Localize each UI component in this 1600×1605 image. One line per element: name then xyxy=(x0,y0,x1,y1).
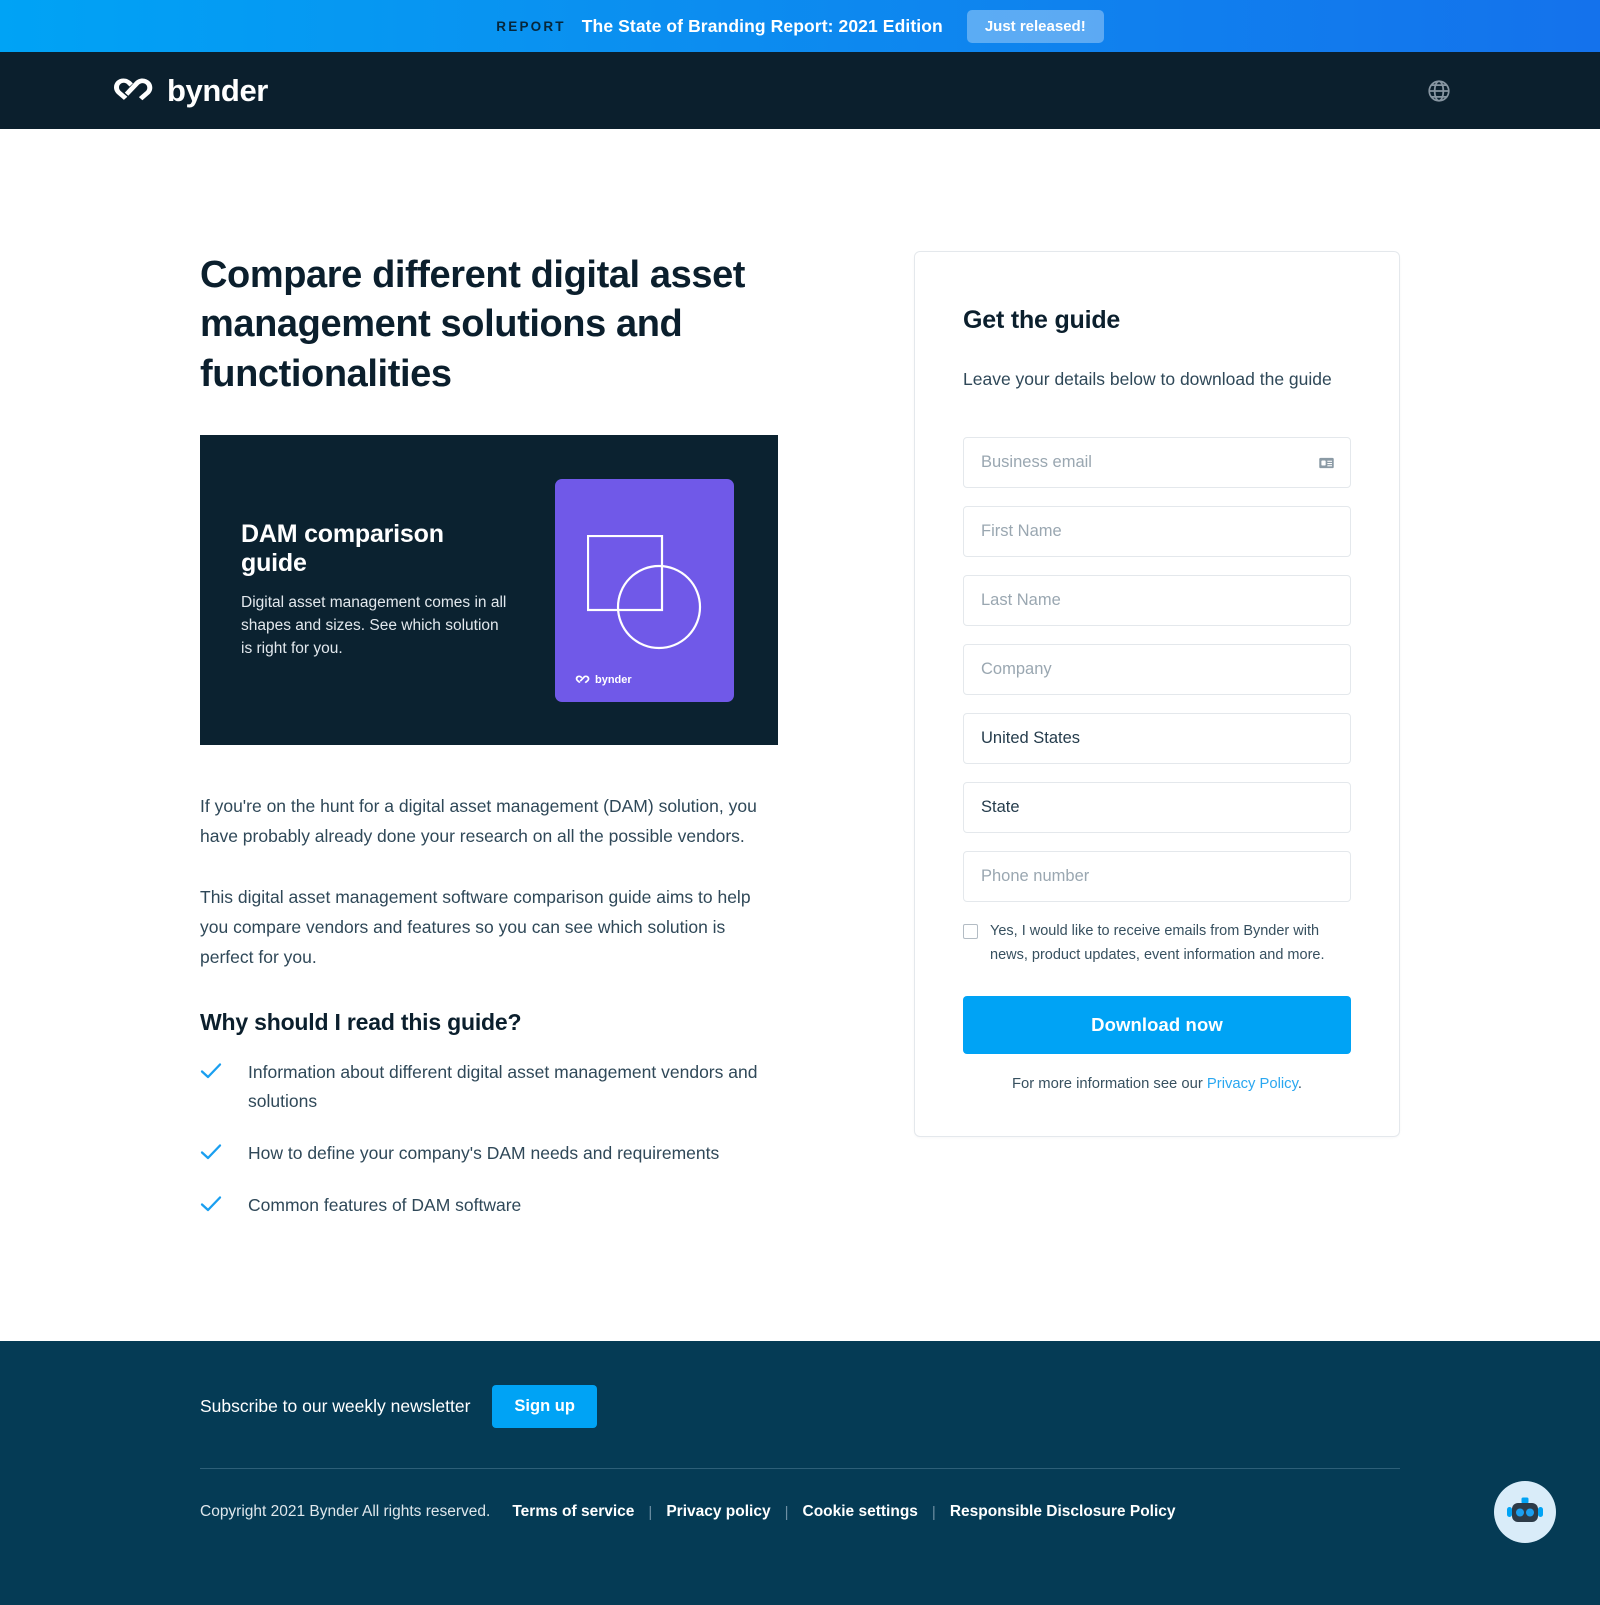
privacy-suffix: . xyxy=(1297,1075,1303,1092)
privacy-policy-link[interactable]: Privacy Policy xyxy=(1207,1076,1298,1092)
sign-up-button[interactable]: Sign up xyxy=(492,1385,597,1428)
guide-booklet-graphic: bynder xyxy=(555,479,734,703)
footer-link-privacy[interactable]: Privacy policy xyxy=(652,1503,784,1521)
square-circle-icon xyxy=(587,535,702,650)
phone-field-wrapper xyxy=(963,851,1351,903)
chat-bot-glyph-icon xyxy=(1507,1497,1543,1522)
page-body: Compare different digital asset manageme… xyxy=(0,129,1600,1341)
guide-cover-title: DAM comparison guide xyxy=(241,519,444,577)
guide-cover-banner: DAM comparison guide Digital asset manag… xyxy=(200,435,778,746)
content-column: Compare different digital asset manageme… xyxy=(200,251,778,1243)
bynder-logo[interactable]: bynder xyxy=(112,73,268,109)
intro-paragraph-2: This digital asset management software c… xyxy=(200,886,751,968)
privacy-note: For more information see our Privacy Pol… xyxy=(963,1076,1351,1092)
benefit-text: Information about different digital asse… xyxy=(248,1061,758,1111)
firstname-field-wrapper xyxy=(963,506,1351,558)
announcement-kicker: REPORT xyxy=(496,18,566,34)
state-field-wrapper: State xyxy=(963,782,1351,834)
guide-cover-subtitle: Digital asset management comes in all sh… xyxy=(241,593,507,657)
company-field[interactable] xyxy=(963,644,1351,696)
list-item: Common features of DAM software xyxy=(200,1191,778,1220)
bynder-wordmark: bynder xyxy=(167,72,268,108)
state-select[interactable]: State xyxy=(963,782,1351,834)
benefits-heading: Why should I read this guide? xyxy=(200,1008,522,1035)
announcement-badge: Just released! xyxy=(966,9,1104,43)
check-icon xyxy=(200,1143,222,1166)
check-icon xyxy=(200,1062,222,1085)
footer-link-terms[interactable]: Terms of service xyxy=(512,1503,648,1521)
footer-link-cookies[interactable]: Cookie settings xyxy=(789,1503,932,1521)
consent-checkbox[interactable] xyxy=(963,924,978,940)
list-item: How to define your company's DAM needs a… xyxy=(200,1139,778,1168)
booklet-logo: bynder xyxy=(575,674,632,686)
form-column: Get the guide Leave your details below t… xyxy=(914,251,1400,1137)
privacy-prefix: For more information see our xyxy=(1011,1075,1207,1092)
email-field-wrapper xyxy=(963,437,1351,489)
first-name-field[interactable] xyxy=(963,506,1351,558)
newsletter-label: Subscribe to our weekly newsletter xyxy=(200,1396,471,1416)
lastname-field-wrapper xyxy=(963,575,1351,627)
country-field-wrapper: United States xyxy=(963,713,1351,765)
footer-links-row: Copyright 2021 Bynder All rights reserve… xyxy=(200,1469,1400,1521)
top-navbar: bynder xyxy=(0,52,1600,129)
phone-field[interactable] xyxy=(963,851,1351,903)
download-now-button[interactable]: Download now xyxy=(963,995,1351,1054)
benefit-text: Common features of DAM software xyxy=(248,1194,522,1215)
form-subtitle: Leave your details below to download the… xyxy=(963,369,1332,389)
footer-link-disclosure[interactable]: Responsible Disclosure Policy xyxy=(936,1503,1190,1521)
page-title: Compare different digital asset manageme… xyxy=(200,254,746,395)
intro-paragraph-1: If you're on the hunt for a digital asse… xyxy=(200,796,757,847)
company-field-wrapper xyxy=(963,644,1351,696)
newsletter-row: Subscribe to our weekly newsletter Sign … xyxy=(200,1385,1400,1468)
globe-icon[interactable] xyxy=(1426,78,1452,104)
form-title: Get the guide xyxy=(963,306,1121,334)
announcement-bar[interactable]: REPORT The State of Branding Report: 202… xyxy=(0,0,1600,52)
email-field[interactable] xyxy=(963,437,1351,489)
consent-label: Yes, I would like to receive emails from… xyxy=(990,923,1325,963)
bynder-logomark-icon xyxy=(575,675,590,684)
bynder-logomark-icon xyxy=(114,78,153,100)
last-name-field[interactable] xyxy=(963,575,1351,627)
benefits-list: Information about different digital asse… xyxy=(200,1058,778,1220)
copyright-text: Copyright 2021 Bynder All rights reserve… xyxy=(200,1503,491,1520)
chat-bot-icon[interactable] xyxy=(1494,1481,1556,1543)
announcement-title: The State of Branding Report: 2021 Editi… xyxy=(581,15,943,36)
country-select[interactable]: United States xyxy=(963,713,1351,765)
benefit-text: How to define your company's DAM needs a… xyxy=(248,1142,720,1163)
consent-row: Yes, I would like to receive emails from… xyxy=(963,920,1351,967)
check-icon xyxy=(200,1195,222,1218)
booklet-logo-word: bynder xyxy=(595,674,632,687)
list-item: Information about different digital asse… xyxy=(200,1058,778,1116)
lead-capture-form: Get the guide Leave your details below t… xyxy=(914,251,1400,1137)
page-footer: Subscribe to our weekly newsletter Sign … xyxy=(0,1341,1600,1605)
